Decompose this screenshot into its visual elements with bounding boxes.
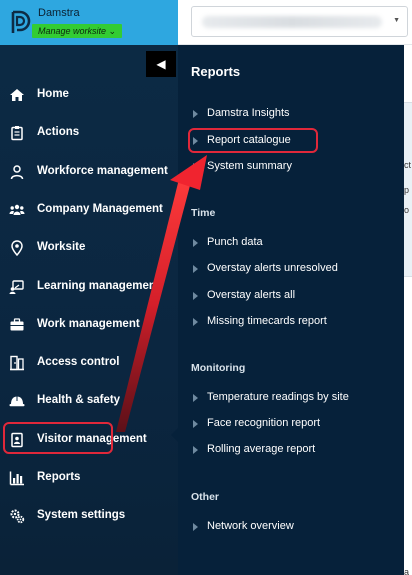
chevron-down-icon: ▼ — [393, 17, 400, 24]
caret-right-icon — [193, 292, 198, 300]
sidebar-item-learning-management[interactable]: Learning management — [0, 270, 178, 304]
sidebar-item-worksite[interactable]: Worksite — [0, 231, 178, 265]
caret-right-icon — [193, 394, 198, 402]
caret-right-icon — [193, 163, 198, 171]
sidebar-item-label: Workforce management — [37, 165, 168, 177]
background-text-fragment: ct — [404, 160, 412, 170]
gears-icon — [9, 508, 25, 524]
flyout-item-temperature-readings-by-site[interactable]: Temperature readings by site — [191, 390, 396, 408]
hard-hat-icon — [9, 393, 25, 409]
flyout-title: Reports — [191, 64, 241, 79]
site-select-value-redacted — [202, 16, 382, 28]
caret-right-icon — [193, 265, 198, 273]
caret-right-icon — [193, 420, 198, 428]
collapse-sidebar-button[interactable]: ◀ — [146, 51, 176, 77]
flyout-item-punch-data[interactable]: Punch data — [191, 235, 396, 253]
damstra-logo-icon — [9, 9, 31, 35]
home-icon — [9, 87, 25, 103]
sidebar-item-workforce-management[interactable]: Workforce management — [0, 155, 178, 189]
flyout-item-network-overview[interactable]: Network overview — [191, 519, 396, 537]
org-name: Damstra — [38, 7, 80, 19]
flyout-item-label: Missing timecards report — [207, 315, 327, 327]
flyout-item-missing-timecards-report[interactable]: Missing timecards report — [191, 314, 396, 332]
flyout-item-label: Punch data — [207, 236, 263, 248]
background-text-fragment: a — [404, 567, 410, 575]
flyout-item-label: Temperature readings by site — [207, 391, 349, 403]
flyout-item-label: Rolling average report — [207, 443, 316, 455]
location-pin-icon — [9, 240, 25, 256]
sidebar-item-actions[interactable]: Actions — [0, 116, 178, 150]
chevron-left-icon: ◀ — [156, 57, 166, 71]
flyout-item-system-summary[interactable]: System summary — [191, 159, 396, 177]
flyout-section-heading: Time — [191, 207, 216, 219]
top-bar: ▼ — [178, 0, 412, 45]
user-icon — [9, 164, 25, 180]
flyout-item-label: System summary — [207, 160, 292, 172]
flyout-section-heading: Monitoring — [191, 362, 246, 374]
background-text-fragment: p — [404, 185, 410, 195]
flyout-item-label: Overstay alerts all — [207, 289, 296, 301]
briefcase-icon — [9, 317, 25, 333]
sidebar-item-system-settings[interactable]: System settings — [0, 499, 178, 533]
sidebar-item-label: Work management — [37, 318, 140, 330]
background-text-fragment: o — [404, 205, 410, 215]
flyout-section-heading: Other — [191, 491, 220, 503]
sidebar-item-label: Health & safety — [37, 394, 121, 406]
flyout-item-rolling-average-report[interactable]: Rolling average report — [191, 442, 396, 460]
sidebar-item-label: Learning management — [37, 280, 160, 292]
sidebar-item-reports[interactable]: Reports — [0, 461, 178, 495]
clipboard-icon — [9, 125, 25, 141]
sidebar-item-label: Reports — [37, 471, 81, 483]
flyout-item-overstay-alerts-unresolved[interactable]: Overstay alerts unresolved — [191, 261, 396, 279]
sidebar-item-label: Access control — [37, 356, 120, 368]
sidebar-item-home[interactable]: Home — [0, 78, 178, 112]
caret-right-icon — [193, 523, 198, 531]
sidebar-item-label: System settings — [37, 509, 126, 521]
bar-chart-icon — [9, 470, 25, 486]
flyout-item-label: Damstra Insights — [207, 107, 290, 119]
sidebar-item-label: Actions — [37, 126, 80, 138]
sidebar-item-work-management[interactable]: Work management — [0, 308, 178, 342]
flyout-item-label: Face recognition report — [207, 417, 321, 429]
caret-right-icon — [193, 318, 198, 326]
learning-icon — [9, 279, 25, 295]
manage-worksite-button[interactable]: Manage worksite ⌄ — [32, 24, 123, 38]
reports-highlight-box — [3, 422, 113, 454]
flyout-item-damstra-insights[interactable]: Damstra Insights — [191, 106, 396, 124]
brand-header: Damstra Manage worksite ⌄ — [0, 0, 178, 45]
sidebar-item-access-control[interactable]: Access control — [0, 346, 178, 380]
access-icon — [9, 355, 25, 371]
caret-right-icon — [193, 239, 198, 247]
sidebar-item-label: Home — [37, 88, 69, 100]
flyout-item-label: Overstay alerts unresolved — [207, 262, 338, 274]
group-icon — [9, 202, 25, 218]
flyout-item-face-recognition-report[interactable]: Face recognition report — [191, 416, 396, 434]
caret-right-icon — [193, 110, 198, 118]
flyout-item-label: Network overview — [207, 520, 294, 532]
sidebar-item-company-management[interactable]: Company Management — [0, 193, 178, 227]
flyout-item-overstay-alerts-all[interactable]: Overstay alerts all — [191, 288, 396, 306]
report-catalogue-highlight-box — [188, 128, 318, 153]
sidebar-item-label: Company Management — [37, 203, 163, 215]
sidebar-item-label: Worksite — [37, 241, 86, 253]
caret-right-icon — [193, 446, 198, 454]
site-select[interactable]: ▼ — [191, 6, 408, 37]
sidebar-item-health-and-safety[interactable]: Health & safety — [0, 384, 178, 418]
background-page-edge: ct p o a — [404, 45, 412, 575]
